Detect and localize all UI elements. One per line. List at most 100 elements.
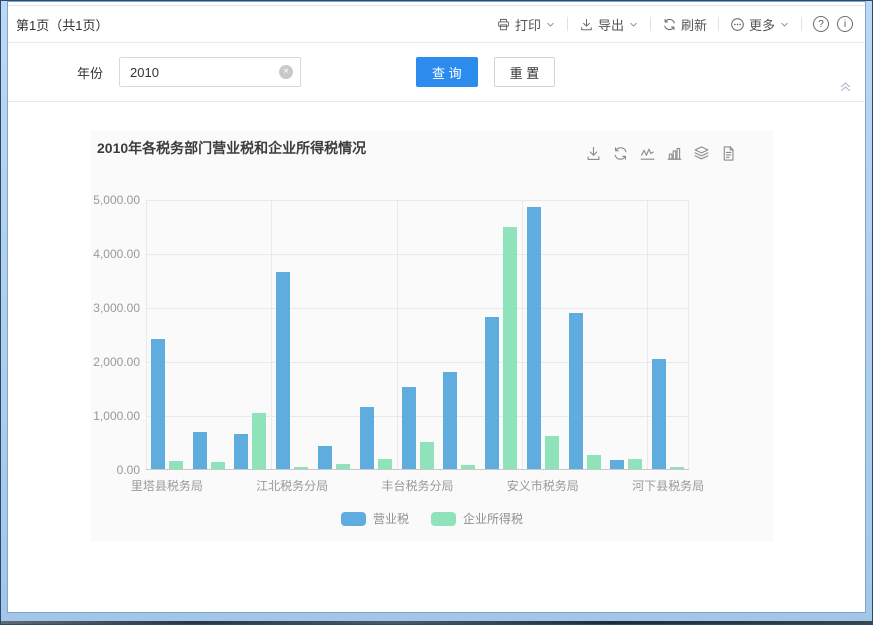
chevron-down-icon (545, 19, 556, 30)
more-button[interactable]: 更多 (730, 15, 790, 34)
bar-series1-cat12[interactable] (670, 467, 684, 469)
bar-series1-cat6[interactable] (420, 442, 434, 469)
info-circle-icon[interactable]: i (837, 16, 853, 32)
chart-title: 2010年各税务部门营业税和企业所得税情况 (97, 138, 366, 158)
chart-widget: 2010年各税务部门营业税和企业所得税情况 0.00 1,000.00 2,000.… (91, 130, 773, 542)
gridline-vertical (688, 200, 689, 469)
legend-swatch (341, 512, 366, 526)
year-input[interactable] (119, 57, 301, 87)
download-icon (579, 17, 594, 32)
bar-series1-cat7[interactable] (461, 465, 475, 469)
gridline-vertical (146, 200, 147, 469)
toolbar-separator (801, 17, 802, 31)
gridline-vertical (271, 200, 272, 469)
legend-label: 企业所得税 (463, 510, 523, 527)
bar-series0-cat8[interactable] (485, 317, 499, 469)
chevron-down-icon (779, 19, 790, 30)
bar-series1-cat1[interactable] (211, 462, 225, 469)
bar-chart-icon[interactable] (666, 145, 683, 162)
toolbar-separator (567, 17, 568, 31)
x-axis-tick-label: 河下县税务局 (632, 477, 704, 494)
bar-series0-cat5[interactable] (360, 407, 374, 469)
y-axis-tick-label: 4,000.00 (91, 247, 140, 261)
chart-toolbox (585, 145, 737, 162)
printer-icon (496, 17, 511, 32)
y-axis-tick-label: 0.00 (91, 463, 140, 477)
bar-series0-cat11[interactable] (610, 460, 624, 469)
top-toolbar: 第1页（共1页） 打印 导出 刷新 (8, 5, 865, 43)
toolbar-actions: 打印 导出 刷新 更多 (496, 15, 853, 34)
query-button[interactable]: 查 询 (416, 57, 478, 87)
save-image-icon[interactable] (585, 145, 602, 162)
line-chart-icon[interactable] (639, 145, 656, 162)
bar-series0-cat10[interactable] (569, 313, 583, 469)
print-button[interactable]: 打印 (496, 15, 556, 34)
bar-series0-cat3[interactable] (276, 272, 290, 469)
filter-bar: 年份 × 查 询 重 置 (8, 43, 865, 102)
export-button[interactable]: 导出 (579, 15, 639, 34)
y-axis-tick-label: 1,000.00 (91, 409, 140, 423)
double-chevron-up-icon (839, 80, 852, 93)
x-axis-tick-label: 丰台税务分局 (381, 477, 453, 494)
gridline-vertical (522, 200, 523, 469)
year-input-wrapper: × (119, 57, 301, 87)
gridline-vertical (647, 200, 648, 469)
collapse-panel-button[interactable] (839, 80, 852, 98)
year-label: 年份 (77, 63, 103, 82)
pagination-label: 第1页（共1页） (16, 15, 108, 34)
bar-series1-cat4[interactable] (336, 464, 350, 469)
report-content: 2010年各税务部门营业税和企业所得税情况 0.00 1,000.00 2,000.… (8, 102, 865, 612)
bar-series1-cat0[interactable] (169, 461, 183, 469)
y-axis-tick-label: 2,000.00 (91, 355, 140, 369)
toolbar-separator (650, 17, 651, 31)
chevron-down-icon (628, 19, 639, 30)
bar-series0-cat2[interactable] (234, 434, 248, 469)
bar-series1-cat10[interactable] (587, 455, 601, 469)
report-page: 第1页（共1页） 打印 导出 刷新 (7, 1, 866, 613)
legend-label: 营业税 (373, 510, 409, 527)
bar-series0-cat9[interactable] (527, 207, 541, 469)
bar-series1-cat8[interactable] (503, 227, 517, 469)
y-axis-tick-label: 3,000.00 (91, 301, 140, 315)
bar-series0-cat7[interactable] (443, 372, 457, 469)
legend-item-series1[interactable]: 企业所得税 (431, 510, 523, 527)
bar-series1-cat11[interactable] (628, 459, 642, 469)
gridline-horizontal (146, 200, 689, 201)
y-axis-tick-label: 5,000.00 (91, 193, 140, 207)
bar-series1-cat2[interactable] (252, 413, 266, 469)
data-view-icon[interactable] (720, 145, 737, 162)
gridline-horizontal (146, 308, 689, 309)
legend-swatch (431, 512, 456, 526)
toolbar-separator (718, 17, 719, 31)
export-label: 导出 (598, 15, 624, 34)
bar-series0-cat1[interactable] (193, 432, 207, 469)
x-axis-tick-label: 里塔县税务局 (131, 477, 203, 494)
bar-series0-cat4[interactable] (318, 446, 332, 469)
chart-legend: 营业税 企业所得税 (91, 510, 773, 527)
legend-item-series0[interactable]: 营业税 (341, 510, 409, 527)
bar-series1-cat9[interactable] (545, 436, 559, 469)
gridline-horizontal (146, 254, 689, 255)
clear-icon[interactable]: × (279, 65, 293, 79)
bar-series0-cat6[interactable] (402, 387, 416, 469)
print-label: 打印 (515, 15, 541, 34)
bar-series0-cat0[interactable] (151, 339, 165, 469)
help-circle-icon[interactable]: ? (813, 16, 829, 32)
refresh-button[interactable]: 刷新 (662, 15, 707, 34)
gridline-vertical (397, 200, 398, 469)
bar-series1-cat5[interactable] (378, 459, 392, 469)
bar-series0-cat12[interactable] (652, 359, 666, 469)
x-axis-tick-label: 江北税务分局 (256, 477, 328, 494)
application-window: 第1页（共1页） 打印 导出 刷新 (0, 0, 873, 625)
more-circle-icon (730, 17, 745, 32)
bar-series1-cat3[interactable] (294, 467, 308, 469)
restore-icon[interactable] (612, 145, 629, 162)
plot-area (146, 200, 689, 470)
gridline-horizontal (146, 416, 689, 417)
reset-button[interactable]: 重 置 (494, 57, 556, 87)
x-axis-tick-label: 安义市税务局 (507, 477, 579, 494)
more-label: 更多 (749, 15, 775, 34)
stack-icon[interactable] (693, 145, 710, 162)
refresh-icon (662, 17, 677, 32)
gridline-horizontal (146, 362, 689, 363)
